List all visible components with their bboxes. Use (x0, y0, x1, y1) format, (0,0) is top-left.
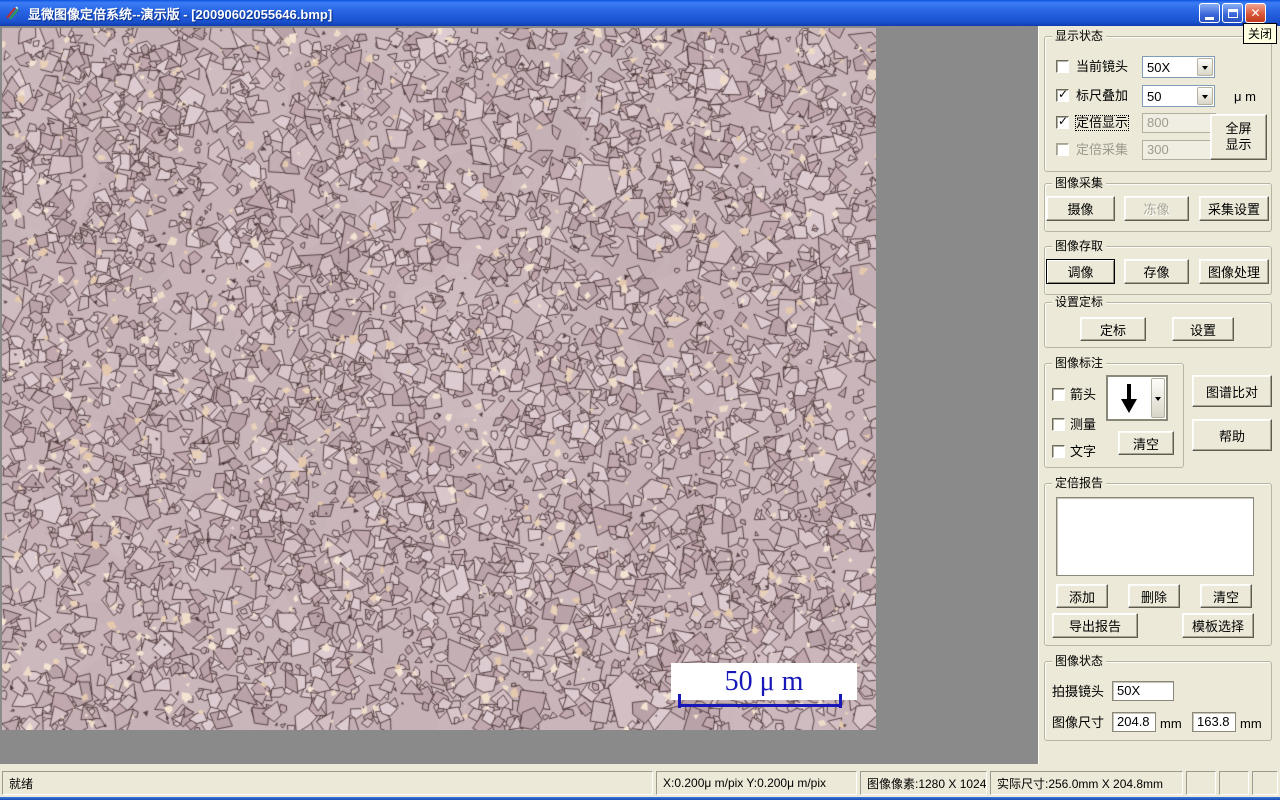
capture-settings-button[interactable]: 采集设置 (1199, 196, 1269, 221)
group-display-status-label: 显示状态 (1052, 29, 1107, 43)
fullscreen-button-label: 全屏显示 (1225, 121, 1252, 152)
chevron-down-icon (1202, 94, 1208, 102)
combo-current-lens-value: 50X (1147, 60, 1171, 75)
combo-ruler-value[interactable]: 50 (1142, 85, 1215, 107)
export-report-button[interactable]: 导出报告 (1052, 613, 1138, 638)
template-select-button[interactable]: 模板选择 (1182, 613, 1254, 638)
label-unit-mm-1: mm (1160, 716, 1182, 731)
status-bar: 就绪 X:0.200μ m/pix Y:0.200μ m/pix 图像像素:12… (0, 764, 1280, 797)
scalebar-tick-left (678, 694, 681, 708)
input-image-width[interactable]: 204.8 (1112, 712, 1156, 732)
checkbox-measure[interactable] (1052, 418, 1065, 431)
close-tooltip: 关闭 (1243, 23, 1278, 44)
label-ruler-overlay: 标尺叠加 (1076, 88, 1129, 103)
input-fixed-capture: 300 (1142, 140, 1216, 160)
group-image-capture-label: 图像采集 (1052, 176, 1107, 190)
label-unit-mm-2: mm (1240, 716, 1262, 731)
checkbox-ruler-overlay[interactable] (1056, 87, 1069, 102)
app-icon (5, 4, 23, 22)
report-add-button[interactable]: 添加 (1056, 584, 1108, 608)
down-arrow-icon (1118, 383, 1140, 419)
close-button[interactable]: ✕ (1245, 3, 1266, 23)
checkbox-arrow[interactable] (1052, 388, 1065, 401)
combo-current-lens[interactable]: 50X (1142, 56, 1215, 78)
combo-ruler-value-text: 50 (1147, 89, 1162, 104)
restore-button[interactable] (1222, 3, 1243, 23)
restore-icon (1227, 8, 1238, 18)
label-shoot-lens: 拍摄镜头 (1052, 684, 1105, 699)
label-ruler-unit: μ m (1234, 89, 1256, 104)
status-image-pixels: 图像像素:1280 X 1024 (860, 771, 987, 795)
label-text: 文字 (1070, 444, 1097, 459)
group-report-label: 定倍报告 (1052, 476, 1107, 490)
micrograph-container: 50 μ m (2, 28, 876, 730)
shoot-button[interactable]: 摄像 (1046, 196, 1115, 221)
report-delete-button[interactable]: 删除 (1128, 584, 1180, 608)
scalebar-overlay: 50 μ m (671, 663, 857, 700)
save-image-button[interactable]: 存像 (1124, 259, 1189, 284)
minimize-icon (1205, 16, 1214, 20)
input-fixed-display: 800 (1142, 113, 1216, 133)
help-button[interactable]: 帮助 (1192, 419, 1272, 451)
minimize-button[interactable] (1199, 3, 1220, 23)
chevron-down-icon (1202, 65, 1208, 73)
calibration-settings-button[interactable]: 设置 (1172, 317, 1234, 341)
arrow-style-selector[interactable] (1106, 375, 1168, 421)
label-image-size: 图像尺寸 (1052, 715, 1105, 730)
report-listbox[interactable] (1056, 497, 1254, 576)
input-shoot-lens[interactable]: 50X (1112, 681, 1174, 701)
fullscreen-button[interactable]: 全屏显示 (1210, 114, 1267, 160)
combo-current-lens-arrow[interactable] (1197, 58, 1213, 76)
label-current-lens: 当前镜头 (1076, 59, 1129, 74)
status-spacer-2 (1219, 771, 1249, 795)
arrow-style-dropdown[interactable] (1151, 378, 1165, 418)
scalebar-tick-right (839, 694, 842, 708)
application-window: 显微图像定倍系统--演示版 - [20090602055646.bmp] ✕ 关… (0, 0, 1280, 800)
scalebar-line (678, 704, 842, 707)
group-calibration-label: 设置定标 (1052, 295, 1107, 309)
status-spacer-3 (1252, 771, 1278, 795)
group-image-storage-label: 图像存取 (1052, 239, 1107, 253)
combo-ruler-arrow[interactable] (1197, 87, 1213, 105)
micrograph-image (2, 28, 876, 730)
window-title: 显微图像定倍系统--演示版 - [20090602055646.bmp] (28, 6, 333, 22)
group-image-status-label: 图像状态 (1052, 654, 1107, 668)
status-ready: 就绪 (2, 771, 653, 795)
checkbox-text[interactable] (1052, 445, 1065, 458)
atlas-compare-button[interactable]: 图谱比对 (1192, 375, 1272, 407)
group-calibration: 设置 定标 (1044, 295, 1272, 348)
close-icon: ✕ (1250, 6, 1261, 20)
label-arrow: 箭头 (1070, 387, 1097, 402)
label-measure: 测量 (1070, 417, 1097, 432)
group-annotation-label: 图像标注 (1052, 356, 1107, 370)
label-fixed-display: 定倍显示 (1074, 115, 1130, 131)
scalebar-label: 50 μ m (724, 665, 804, 697)
checkbox-fixed-capture (1056, 143, 1069, 156)
report-clear-button[interactable]: 清空 (1200, 584, 1252, 608)
checkbox-fixed-display[interactable] (1056, 114, 1069, 129)
freeze-button: 冻像 (1124, 196, 1189, 221)
image-process-button[interactable]: 图像处理 (1199, 259, 1269, 284)
label-fixed-capture: 定倍采集 (1076, 142, 1129, 157)
annotation-clear-button[interactable]: 清空 (1118, 431, 1174, 455)
workspace: 50 μ m (0, 26, 1038, 764)
status-pixel-scale: X:0.200μ m/pix Y:0.200μ m/pix (656, 771, 857, 795)
checkbox-current-lens[interactable] (1056, 60, 1069, 73)
input-image-height[interactable]: 163.8 (1192, 712, 1236, 732)
status-spacer-1 (1186, 771, 1216, 795)
calibrate-button[interactable]: 定标 (1080, 317, 1146, 341)
load-image-button[interactable]: 调像 (1046, 259, 1115, 284)
title-bar[interactable]: 显微图像定倍系统--演示版 - [20090602055646.bmp] ✕ (0, 0, 1280, 26)
chevron-down-icon (1155, 396, 1161, 404)
status-actual-size: 实际尺寸:256.0mm X 204.8mm (990, 771, 1183, 795)
